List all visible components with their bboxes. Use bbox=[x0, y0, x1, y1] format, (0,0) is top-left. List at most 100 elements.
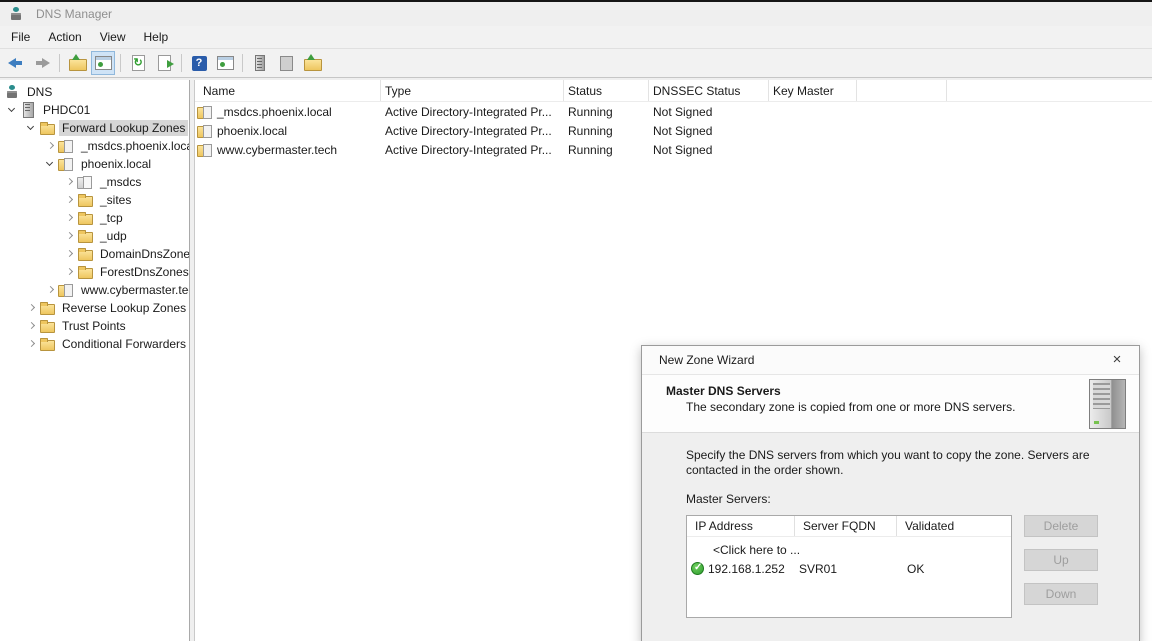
tree-item-tcp[interactable]: _tcp bbox=[0, 209, 189, 227]
show-window-button[interactable] bbox=[213, 51, 237, 75]
tree-item-label[interactable]: _msdcs.phoenix.local bbox=[78, 138, 190, 154]
window-title: DNS Manager bbox=[36, 7, 112, 21]
tree-item-label[interactable]: DomainDnsZones bbox=[97, 246, 190, 262]
chevron-collapsed-icon[interactable] bbox=[61, 192, 77, 208]
tree-item-label[interactable]: Forward Lookup Zones bbox=[59, 120, 188, 136]
folder-icon bbox=[39, 300, 55, 316]
chevron-collapsed-icon[interactable] bbox=[23, 300, 39, 316]
dns-zone-icon bbox=[58, 282, 74, 298]
menu-help[interactable]: Help bbox=[135, 27, 178, 47]
zone-name-cell[interactable]: _msdcs.phoenix.local bbox=[195, 104, 381, 120]
delete-button[interactable]: Delete bbox=[1024, 515, 1098, 537]
chevron-expanded-icon[interactable] bbox=[4, 102, 20, 118]
tree-item-msdcs-phoenix-local[interactable]: _msdcs.phoenix.local bbox=[0, 137, 189, 155]
dns-zone-icon bbox=[197, 104, 213, 120]
tree-item-dns-root[interactable]: DNS bbox=[0, 83, 189, 101]
tree-item-msdcs[interactable]: _msdcs bbox=[0, 173, 189, 191]
tree-item-trust-points[interactable]: Trust Points bbox=[0, 317, 189, 335]
zone-name-cell[interactable]: phoenix.local bbox=[195, 123, 381, 139]
console-tree-pane: DNS PHDC01 Forward Lookup Zones _msdcs.p… bbox=[0, 80, 190, 641]
tree-item-label[interactable]: Conditional Forwarders bbox=[59, 336, 189, 352]
chevron-collapsed-icon[interactable] bbox=[23, 336, 39, 352]
column-header-name[interactable]: Name bbox=[195, 80, 381, 101]
master-servers-table[interactable]: IP Address Server FQDN Validated <Click … bbox=[686, 515, 1012, 618]
tree-item-label[interactable]: _udp bbox=[97, 228, 130, 244]
server-icon bbox=[255, 55, 265, 71]
tree-item-udp[interactable]: _udp bbox=[0, 227, 189, 245]
server-ip: 192.168.1.252 bbox=[708, 562, 785, 576]
server-icon bbox=[20, 102, 36, 118]
tree-item-label[interactable]: _tcp bbox=[97, 210, 126, 226]
tree-item-label[interactable]: ForestDnsZones bbox=[97, 264, 190, 280]
chevron-collapsed-icon[interactable] bbox=[61, 228, 77, 244]
title-bar: DNS Manager bbox=[0, 2, 1152, 26]
chevron-expanded-icon[interactable] bbox=[42, 156, 58, 172]
tree-item-label[interactable]: _msdcs bbox=[97, 174, 144, 190]
table-row[interactable]: _msdcs.phoenix.local Active Directory-In… bbox=[195, 102, 1152, 121]
dialog-title-bar[interactable]: New Zone Wizard bbox=[642, 346, 1139, 375]
tree-item-label[interactable]: PHDC01 bbox=[40, 102, 93, 118]
table-row[interactable]: 192.168.1.252 SVR01 OK bbox=[687, 560, 1011, 578]
refresh-button[interactable] bbox=[126, 51, 150, 75]
column-header-status[interactable]: Status bbox=[564, 80, 649, 101]
menu-view[interactable]: View bbox=[91, 27, 135, 47]
chevron-collapsed-icon[interactable] bbox=[61, 174, 77, 190]
menu-action[interactable]: Action bbox=[39, 27, 90, 47]
column-header-ip-address[interactable]: IP Address bbox=[687, 516, 795, 536]
tree-item-label[interactable]: _sites bbox=[97, 192, 134, 208]
server-tower-icon bbox=[1089, 379, 1126, 429]
wizard-instruction: Specify the DNS servers from which you w… bbox=[686, 448, 1116, 478]
table-row[interactable]: www.cybermaster.tech Active Directory-In… bbox=[195, 140, 1152, 159]
zone-folder-button[interactable] bbox=[300, 51, 324, 75]
chevron-collapsed-icon[interactable] bbox=[42, 282, 58, 298]
up-one-level-button[interactable] bbox=[65, 51, 89, 75]
chevron-collapsed-icon[interactable] bbox=[23, 318, 39, 334]
table-row[interactable]: phoenix.local Active Directory-Integrate… bbox=[195, 121, 1152, 140]
tree-item-forward-lookup-zones[interactable]: Forward Lookup Zones bbox=[0, 119, 189, 137]
close-button[interactable]: × bbox=[1105, 349, 1129, 371]
up-button[interactable]: Up bbox=[1024, 549, 1098, 571]
properties-icon bbox=[280, 56, 293, 71]
tree-item-label[interactable]: Trust Points bbox=[59, 318, 129, 334]
tree-item-label[interactable]: Reverse Lookup Zones bbox=[59, 300, 189, 316]
zone-name-cell[interactable]: www.cybermaster.tech bbox=[195, 142, 381, 158]
tree-item-phoenix-local[interactable]: phoenix.local bbox=[0, 155, 189, 173]
tree-item-domaindnszones[interactable]: DomainDnsZones bbox=[0, 245, 189, 263]
tree-item-phdc01[interactable]: PHDC01 bbox=[0, 101, 189, 119]
tree-item-reverse-lookup-zones[interactable]: Reverse Lookup Zones bbox=[0, 299, 189, 317]
column-header-key-master[interactable]: Key Master bbox=[769, 80, 857, 101]
zone-folder-icon bbox=[304, 56, 321, 70]
tree-item-label[interactable]: phoenix.local bbox=[78, 156, 154, 172]
folder-icon bbox=[39, 336, 55, 352]
close-icon: × bbox=[1113, 351, 1122, 368]
chevron-collapsed-icon[interactable] bbox=[61, 210, 77, 226]
forward-arrow-icon bbox=[34, 56, 50, 70]
tree-item-label[interactable]: www.cybermaster.tech bbox=[78, 282, 190, 298]
menu-file[interactable]: File bbox=[2, 27, 39, 47]
forward-button[interactable] bbox=[30, 51, 54, 75]
zone-dnssec-status: Not Signed bbox=[649, 105, 769, 119]
tree-item-www-cybermaster-tech[interactable]: www.cybermaster.tech bbox=[0, 281, 189, 299]
server-list-button[interactable] bbox=[248, 51, 272, 75]
tree-item-forestdnszones[interactable]: ForestDnsZones bbox=[0, 263, 189, 281]
column-header-type[interactable]: Type bbox=[381, 80, 564, 101]
show-console-tree-button[interactable] bbox=[91, 51, 115, 75]
properties-button[interactable] bbox=[274, 51, 298, 75]
chevron-expanded-icon[interactable] bbox=[23, 120, 39, 136]
chevron-collapsed-icon[interactable] bbox=[61, 246, 77, 262]
chevron-collapsed-icon[interactable] bbox=[42, 138, 58, 154]
chevron-collapsed-icon[interactable] bbox=[61, 264, 77, 280]
tree-item-conditional-forwarders[interactable]: Conditional Forwarders bbox=[0, 335, 189, 353]
column-header-server-fqdn[interactable]: Server FQDN bbox=[795, 516, 897, 536]
tree-item-sites[interactable]: _sites bbox=[0, 191, 189, 209]
down-button[interactable]: Down bbox=[1024, 583, 1098, 605]
help-button[interactable] bbox=[187, 51, 211, 75]
export-list-button[interactable] bbox=[152, 51, 176, 75]
tree-item-label[interactable]: DNS bbox=[24, 84, 55, 100]
column-header-dnssec-status[interactable]: DNSSEC Status bbox=[649, 80, 769, 101]
back-button[interactable] bbox=[4, 51, 28, 75]
add-server-row[interactable]: <Click here to ... bbox=[713, 543, 800, 557]
column-header-validated[interactable]: Validated bbox=[897, 516, 1011, 536]
zone-type: Active Directory-Integrated Pr... bbox=[381, 143, 564, 157]
wizard-banner: Master DNS Servers The secondary zone is… bbox=[642, 375, 1139, 433]
